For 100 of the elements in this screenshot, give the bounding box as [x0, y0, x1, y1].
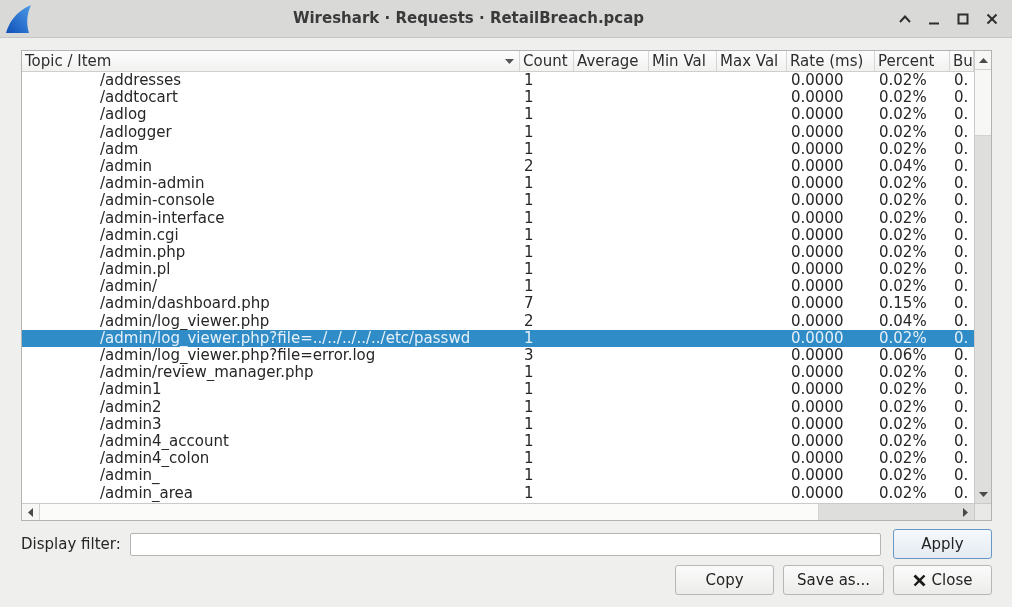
column-header[interactable]: Min Val — [649, 51, 717, 71]
table-cell: 0.0000 — [791, 243, 844, 261]
scroll-up-icon[interactable] — [978, 57, 988, 63]
table-cell: 1 — [524, 209, 534, 227]
vertical-scrollbar[interactable] — [974, 51, 991, 503]
scroll-left-icon[interactable] — [28, 507, 33, 517]
table-cell: /admin/log_viewer.php?file=error.log — [100, 347, 376, 364]
table-cell: /admin/review_manager.php — [100, 364, 314, 382]
table-cell: /admin/log_viewer.php?file=../../../../../etc/passwd — [100, 329, 471, 347]
table-row[interactable]: /admin-interface 1 0.0000 0.02% 0. — [22, 209, 974, 227]
table-row[interactable]: /admin_ 1 0.0000 0.02% 0. — [22, 467, 974, 485]
table-cell: 0. — [954, 89, 969, 107]
table-cell: 0. — [954, 415, 969, 433]
table-cell: 1 — [524, 398, 534, 416]
table-cell: 1 — [524, 432, 534, 450]
filter-input[interactable] — [129, 532, 881, 556]
scroll-right-icon[interactable] — [963, 507, 968, 517]
table-cell: 0.02% — [879, 226, 927, 244]
table-cell: 3 — [524, 347, 534, 364]
table-cell: 0.02% — [879, 364, 927, 382]
table-cell: 0.0000 — [791, 329, 844, 347]
table-cell: 0.0000 — [791, 347, 844, 364]
table-cell: 0.0000 — [791, 89, 844, 107]
table-row[interactable]: /admin4_colon 1 0.0000 0.02% 0. — [22, 450, 974, 468]
table-row[interactable]: /admin2 1 0.0000 0.02% 0. — [22, 398, 974, 416]
table-row[interactable]: /admin4_account 1 0.0000 0.02% 0. — [22, 432, 974, 451]
table-row[interactable]: /admin/log_viewer.php 2 0.0000 0.04% 0. — [22, 312, 974, 330]
table-cell: 7 — [524, 295, 534, 313]
table-cell: 0.0000 — [791, 398, 844, 416]
dialog-button[interactable]: Save as... — [783, 565, 884, 595]
table-row[interactable]: /admin/ 1 0.0000 0.02% 0. — [22, 278, 974, 296]
table-cell: /admin/dashboard.php — [100, 295, 270, 313]
table-row[interactable]: /admin 2 0.0000 0.04% 0. — [22, 157, 974, 176]
table-cell: 1 — [524, 415, 534, 433]
table-cell: 0.02% — [879, 278, 927, 296]
maximize-icon[interactable] — [957, 12, 969, 25]
table-cell: /admin/log_viewer.php — [100, 312, 270, 330]
table-cell: 0.0000 — [791, 157, 844, 175]
column-header[interactable]: Topic / Item — [22, 51, 520, 71]
table-cell: 0.0000 — [791, 484, 844, 502]
table-row[interactable]: /adlogger 1 0.0000 0.02% 0. — [22, 123, 974, 141]
table-row[interactable]: /admin-console 1 0.0000 0.02% 0. — [22, 192, 974, 210]
table-cell: /admin/ — [100, 278, 158, 296]
table-cell: 1 — [524, 89, 534, 107]
table-row[interactable]: /admin1 1 0.0000 0.02% 0. — [22, 381, 974, 399]
table-cell: 1 — [524, 226, 534, 244]
table-cell: 1 — [524, 261, 534, 279]
table-cell: 0. — [954, 106, 969, 124]
table-cell: 0. — [954, 157, 969, 175]
table-row[interactable]: /admin/review_manager.php 1 0.0000 0.02% 0. — [22, 364, 974, 382]
column-header[interactable]: Max Val — [717, 51, 787, 71]
table-cell: 0. — [954, 140, 969, 158]
table-row[interactable]: /admin.cgi 1 0.0000 0.02% 0. — [22, 226, 974, 244]
dialog-button[interactable]: Apply — [893, 529, 992, 559]
table-row[interactable]: /adm 1 0.0000 0.02% 0. — [22, 140, 974, 158]
horizontal-scrollbar[interactable] — [22, 504, 974, 520]
table-row[interactable]: /admin_area 1 0.0000 0.02% 0. — [22, 484, 974, 502]
table-row[interactable]: /adlog 1 0.0000 0.02% 0. — [22, 106, 974, 124]
table-row[interactable]: /admin/dashboard.php 7 0.0000 0.15% 0. — [22, 295, 974, 313]
column-header[interactable]: Average — [574, 51, 649, 71]
table-row[interactable]: /admin-admin 1 0.0000 0.02% 0. — [22, 175, 974, 193]
table-row[interactable]: /admin/log_viewer.php?file=error.log 3 0.0000 0.06% 0. — [22, 347, 974, 365]
table-cell: 1 — [524, 140, 534, 158]
table-cell: 2 — [524, 312, 534, 330]
table-cell: 1 — [524, 381, 534, 399]
table-cell: 0. — [954, 278, 969, 296]
close-button[interactable]: Close — [893, 565, 992, 595]
column-header[interactable]: Rate (ms) — [787, 51, 875, 71]
table-row[interactable]: /admin.php 1 0.0000 0.02% 0. — [22, 243, 974, 262]
table-cell: /admin_area — [100, 484, 193, 502]
table-cell: /admin.pl — [100, 261, 171, 279]
table-cell: 0.0000 — [791, 140, 844, 158]
dialog-button[interactable]: Copy — [675, 565, 775, 595]
table-cell: 0. — [954, 123, 969, 141]
table-cell: 1 — [524, 123, 534, 141]
table-cell: 0. — [954, 347, 969, 364]
scroll-down-icon[interactable] — [978, 492, 988, 497]
table-cell: 1 — [524, 243, 534, 261]
table-cell: 0.02% — [879, 450, 927, 468]
table-cell: 0.02% — [879, 192, 927, 210]
table-cell: /admin3 — [100, 415, 162, 433]
column-header[interactable]: Percent — [875, 51, 950, 71]
table-row[interactable]: /addtocart 1 0.0000 0.02% 0. — [22, 89, 974, 107]
table-cell: 0.0000 — [791, 123, 844, 141]
table-row[interactable]: /addresses 1 0.0000 0.02% 0. — [22, 72, 974, 90]
filter-label: Display filter: — [21, 533, 121, 555]
table-cell: 1 — [524, 106, 534, 124]
table-row[interactable]: /admin.pl 1 0.0000 0.02% 0. — [22, 261, 974, 279]
table-cell: 0.02% — [879, 123, 927, 141]
column-header[interactable]: Count — [520, 51, 574, 71]
table-cell: 0.0000 — [791, 312, 844, 330]
scrollbar-thumb[interactable] — [39, 504, 819, 520]
scrollbar-thumb[interactable] — [975, 69, 991, 136]
table-cell: 2 — [524, 157, 534, 175]
table-row[interactable]: /admin3 1 0.0000 0.02% 0. — [22, 415, 974, 433]
table-cell: 0.0000 — [791, 381, 844, 399]
table-cell: 0.0000 — [791, 209, 844, 227]
table-cell: 0.0000 — [791, 295, 844, 313]
close-icon[interactable] — [986, 12, 998, 25]
table-cell: 0.02% — [879, 261, 927, 279]
